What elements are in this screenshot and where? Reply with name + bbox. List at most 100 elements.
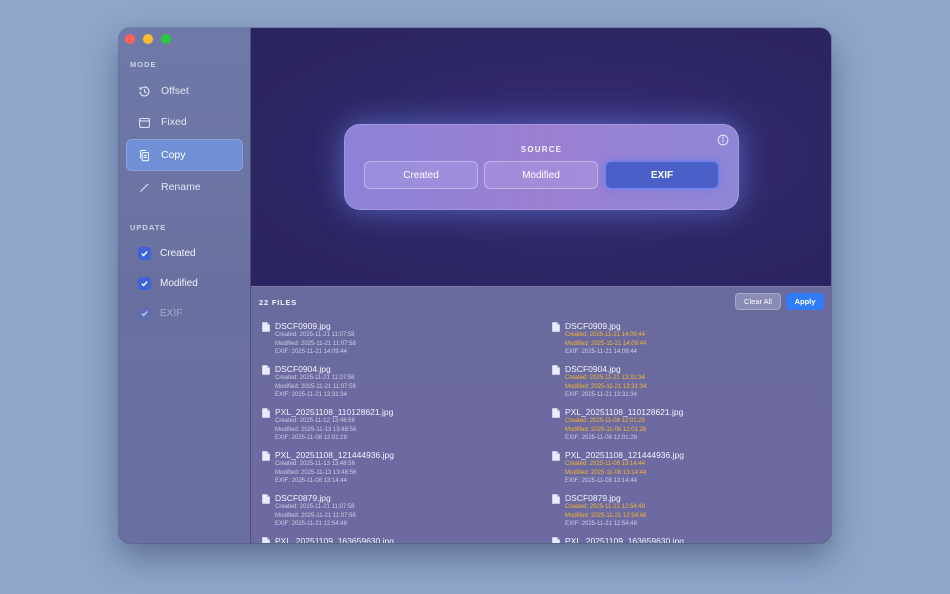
checkbox-label: Created — [160, 248, 196, 259]
checkmark-icon — [138, 277, 151, 290]
sidebar-item-copy[interactable]: Copy — [126, 139, 243, 171]
file-created: Created: 2025-11-21 11:07:58 — [275, 375, 355, 381]
file-name: DSCF0879.jpg — [275, 493, 331, 503]
file-modified: Modified: 2025-11-13 13:48:56 — [275, 469, 357, 476]
file-created: Created: 2025-11-13 13:48:56 — [275, 461, 355, 467]
file-row[interactable]: PXL_20251108_121444936.jpg Created: 2025-… — [550, 450, 830, 493]
after-file-list: DSCF0909.jpg Created: 2025-11-21 14:09:44… — [550, 321, 830, 543]
document-icon — [552, 494, 560, 504]
files-count: 22 FILES — [259, 298, 298, 307]
pencil-icon — [140, 182, 149, 192]
document-icon — [262, 322, 270, 332]
apply-button[interactable]: Apply — [786, 293, 824, 310]
mode-section-label: MODE — [130, 60, 157, 69]
file-modified: Modified: 2025-11-08 13:14:44 — [565, 469, 647, 476]
file-exif: EXIF: 2025-11-08 12:01:28 — [565, 435, 637, 441]
file-exif: EXIF: 2025-11-08 13:14:44 — [565, 478, 637, 484]
file-name: PXL_20251108_110128621.jpg — [565, 407, 684, 417]
file-row[interactable]: DSCF0909.jpg Created: 2025-11-21 14:09:44… — [550, 321, 830, 364]
file-created: Created: 2025-11-21 12:54:48 — [565, 504, 645, 510]
source-panel: SOURCE Created Modified EXIF — [344, 124, 739, 210]
file-created: Created: 2025-11-12 13:46:56 — [275, 418, 355, 424]
checkbox-label: Modified — [160, 278, 198, 289]
sidebar-item-label: Copy — [161, 149, 186, 161]
file-modified: Modified: 2025-11-08 12:01:28 — [565, 426, 647, 433]
file-modified: Modified: 2025-11-21 13:31:34 — [565, 383, 647, 390]
file-row[interactable]: PXL_20251108_110128621.jpg Created: 2025-… — [260, 407, 540, 450]
file-row[interactable]: DSCF0904.jpg Created: 2025-11-21 11:07:58… — [260, 364, 540, 407]
file-row[interactable]: PXL_20251108_121444936.jpg Created: 2025-… — [260, 450, 540, 493]
sidebar-item-label: Offset — [161, 85, 189, 97]
sidebar-item-offset[interactable]: Offset — [126, 75, 243, 107]
file-created: Created: 2025-11-21 11:07:58 — [275, 332, 355, 338]
document-icon — [552, 451, 560, 461]
file-row[interactable]: DSCF0909.jpg Created: 2025-11-21 11:07:58… — [260, 321, 540, 364]
clear-all-button[interactable]: Clear All — [735, 293, 781, 310]
source-area: SOURCE Created Modified EXIF — [251, 28, 831, 286]
file-row[interactable]: DSCF0904.jpg Created: 2025-11-21 13:31:34… — [550, 364, 830, 407]
file-modified: Modified: 2025-11-21 12:54:48 — [565, 512, 647, 519]
document-icon — [262, 451, 270, 461]
file-created: Created: 2025-11-21 14:09:44 — [565, 332, 645, 338]
copy-icon — [139, 149, 150, 161]
document-icon — [552, 365, 560, 375]
file-modified: Modified: 2025-11-13 13:48:56 — [275, 426, 357, 433]
calendar-icon — [139, 117, 150, 128]
file-name: PXL_20251108_121444936.jpg — [565, 450, 684, 460]
file-name: DSCF0909.jpg — [275, 321, 331, 331]
sidebar: MODE Offset Fixed Copy Rename UPDATE Cre… — [119, 28, 251, 543]
history-icon — [139, 85, 150, 96]
file-exif: EXIF: 2025-11-21 12:54:48 — [275, 521, 347, 527]
update-exif-checkbox: EXIF — [138, 307, 182, 320]
file-modified: Modified: 2025-11-21 11:07:58 — [275, 340, 356, 347]
before-file-list: DSCF0909.jpg Created: 2025-11-21 11:07:58… — [260, 321, 540, 543]
document-icon — [552, 322, 560, 332]
file-exif: EXIF: 2025-11-21 14:09:44 — [565, 349, 637, 355]
update-modified-checkbox[interactable]: Modified — [138, 277, 198, 290]
document-icon — [262, 537, 270, 543]
file-exif: EXIF: 2025-11-08 12:01:28 — [275, 435, 347, 441]
update-section-label: UPDATE — [130, 223, 167, 232]
file-created: Created: 2025-11-08 13:14:44 — [565, 461, 645, 467]
document-icon — [262, 494, 270, 504]
document-icon — [552, 408, 560, 418]
file-name: PXL_20251109_163659630.jpg — [565, 536, 684, 543]
zoom-window-button[interactable] — [161, 34, 171, 44]
sidebar-item-label: Rename — [161, 181, 201, 193]
file-name: PXL_20251109_163659630.jpg — [275, 536, 394, 543]
file-exif: EXIF: 2025-11-08 13:14:44 — [275, 478, 347, 484]
source-option-exif[interactable]: EXIF — [605, 161, 719, 189]
sidebar-item-label: Fixed — [161, 116, 187, 128]
file-name: DSCF0904.jpg — [565, 364, 621, 374]
file-exif: EXIF: 2025-11-21 14:09:44 — [275, 349, 347, 355]
document-icon — [262, 365, 270, 375]
file-list-area: 22 FILES Clear All Apply DSCF0909.jpg Cre… — [251, 286, 831, 543]
file-row[interactable]: DSCF0879.jpg Created: 2025-11-21 11:07:58… — [260, 493, 540, 536]
update-created-checkbox[interactable]: Created — [138, 247, 196, 260]
document-icon — [552, 537, 560, 543]
file-row[interactable]: PXL_20251108_110128621.jpg Created: 2025-… — [550, 407, 830, 450]
file-name: DSCF0879.jpg — [565, 493, 621, 503]
file-row[interactable]: PXL_20251109_163659630.jpg — [550, 536, 830, 543]
file-row[interactable]: PXL_20251109_163659630.jpg — [260, 536, 540, 543]
minimize-window-button[interactable] — [143, 34, 153, 44]
file-modified: Modified: 2025-11-21 11:07:58 — [275, 383, 356, 390]
source-option-modified[interactable]: Modified — [484, 161, 598, 189]
document-icon — [262, 408, 270, 418]
sidebar-item-fixed[interactable]: Fixed — [126, 106, 243, 138]
close-window-button[interactable] — [125, 34, 135, 44]
app-window: MODE Offset Fixed Copy Rename UPDATE Cre… — [119, 28, 831, 543]
file-created: Created: 2025-11-21 11:07:58 — [275, 504, 355, 510]
file-name: PXL_20251108_121444936.jpg — [275, 450, 394, 460]
info-icon[interactable] — [717, 134, 729, 146]
file-name: DSCF0909.jpg — [565, 321, 621, 331]
window-controls — [125, 34, 171, 44]
sidebar-item-rename[interactable]: Rename — [126, 171, 243, 203]
source-option-created[interactable]: Created — [364, 161, 478, 189]
file-exif: EXIF: 2025-11-21 13:31:34 — [275, 392, 347, 398]
file-exif: EXIF: 2025-11-21 12:54:48 — [565, 521, 637, 527]
file-row[interactable]: DSCF0879.jpg Created: 2025-11-21 12:54:48… — [550, 493, 830, 536]
file-name: PXL_20251108_110128621.jpg — [275, 407, 394, 417]
file-exif: EXIF: 2025-11-21 13:31:34 — [565, 392, 637, 398]
checkbox-label: EXIF — [160, 308, 183, 319]
